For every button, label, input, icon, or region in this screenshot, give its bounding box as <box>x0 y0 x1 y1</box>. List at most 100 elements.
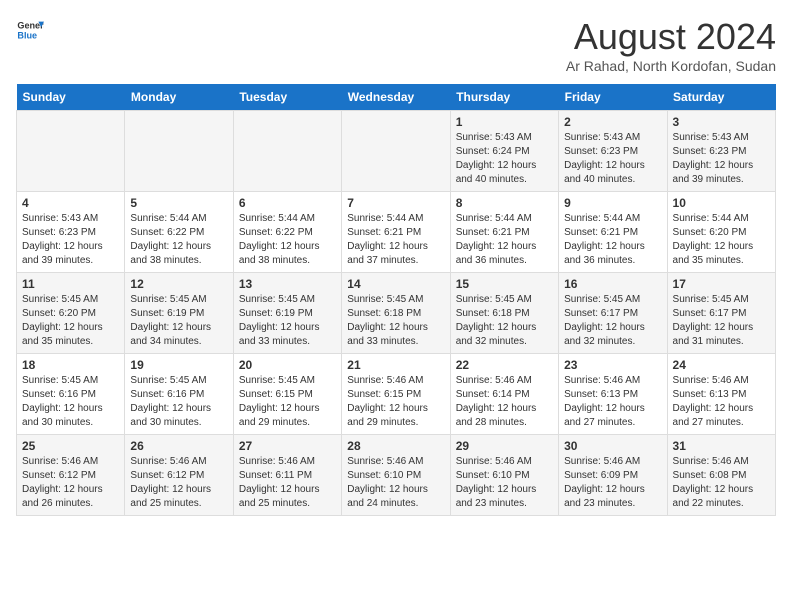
day-number: 27 <box>239 439 336 453</box>
calendar-day-cell: 26 Sunrise: 5:46 AMSunset: 6:12 PMDayligh… <box>125 435 233 516</box>
day-number: 31 <box>673 439 770 453</box>
calendar-day-cell: 27 Sunrise: 5:46 AMSunset: 6:11 PMDayligh… <box>233 435 341 516</box>
day-info: Sunrise: 5:45 AMSunset: 6:18 PMDaylight:… <box>456 293 553 349</box>
day-number: 8 <box>456 196 553 210</box>
day-of-week-header: Thursday <box>450 84 558 111</box>
day-number: 5 <box>130 196 227 210</box>
day-number: 21 <box>347 358 444 372</box>
day-info: Sunrise: 5:43 AMSunset: 6:23 PMDaylight:… <box>564 131 661 187</box>
day-of-week-header: Friday <box>559 84 667 111</box>
calendar-day-cell: 19 Sunrise: 5:45 AMSunset: 6:16 PMDayligh… <box>125 354 233 435</box>
calendar-day-cell: 1 Sunrise: 5:43 AMSunset: 6:24 PMDaylight… <box>450 111 558 192</box>
day-number: 4 <box>22 196 119 210</box>
day-of-week-header: Tuesday <box>233 84 341 111</box>
day-number: 11 <box>22 277 119 291</box>
day-number: 26 <box>130 439 227 453</box>
calendar-day-cell: 3Sunrise: 5:43 AMSunset: 6:23 PMDaylight… <box>667 111 775 192</box>
day-info: Sunrise: 5:45 AMSunset: 6:15 PMDaylight:… <box>239 374 336 430</box>
day-info: Sunrise: 5:46 AMSunset: 6:09 PMDaylight:… <box>564 455 661 511</box>
day-number: 3 <box>673 115 770 129</box>
page-header: General Blue August 2024 Ar Rahad, North… <box>16 16 776 74</box>
day-info: Sunrise: 5:45 AMSunset: 6:17 PMDaylight:… <box>673 293 770 349</box>
day-number: 14 <box>347 277 444 291</box>
calendar-table: SundayMondayTuesdayWednesdayThursdayFrid… <box>16 84 776 516</box>
calendar-day-cell <box>342 111 450 192</box>
calendar-day-cell: 4 Sunrise: 5:43 AMSunset: 6:23 PMDaylight… <box>17 192 125 273</box>
day-number: 29 <box>456 439 553 453</box>
day-info: Sunrise: 5:45 AMSunset: 6:18 PMDaylight:… <box>347 293 444 349</box>
day-info: Sunrise: 5:44 AMSunset: 6:22 PMDaylight:… <box>239 212 336 268</box>
day-info: Sunrise: 5:45 AMSunset: 6:16 PMDaylight:… <box>130 374 227 430</box>
calendar-day-cell: 17 Sunrise: 5:45 AMSunset: 6:17 PMDayligh… <box>667 273 775 354</box>
day-number: 6 <box>239 196 336 210</box>
calendar-day-cell: 18Sunrise: 5:45 AMSunset: 6:16 PMDayligh… <box>17 354 125 435</box>
calendar-day-cell: 8Sunrise: 5:44 AMSunset: 6:21 PMDaylight… <box>450 192 558 273</box>
title-area: August 2024 Ar Rahad, North Kordofan, Su… <box>566 16 776 74</box>
calendar-day-cell: 23Sunrise: 5:46 AMSunset: 6:13 PMDayligh… <box>559 354 667 435</box>
day-of-week-header: Wednesday <box>342 84 450 111</box>
day-number: 1 <box>456 115 553 129</box>
logo-icon: General Blue <box>16 16 44 44</box>
day-number: 2 <box>564 115 661 129</box>
day-info: Sunrise: 5:45 AMSunset: 6:19 PMDaylight:… <box>130 293 227 349</box>
day-number: 30 <box>564 439 661 453</box>
day-number: 19 <box>130 358 227 372</box>
day-number: 20 <box>239 358 336 372</box>
calendar-day-cell: 21 Sunrise: 5:46 AMSunset: 6:15 PMDayligh… <box>342 354 450 435</box>
calendar-day-cell: 31 Sunrise: 5:46 AMSunset: 6:08 PMDayligh… <box>667 435 775 516</box>
day-of-week-header: Monday <box>125 84 233 111</box>
day-number: 22 <box>456 358 553 372</box>
calendar-header-row: SundayMondayTuesdayWednesdayThursdayFrid… <box>17 84 776 111</box>
day-info: Sunrise: 5:46 AMSunset: 6:15 PMDaylight:… <box>347 374 444 430</box>
day-info: Sunrise: 5:44 AMSunset: 6:20 PMDaylight:… <box>673 212 770 268</box>
day-number: 17 <box>673 277 770 291</box>
day-info: Sunrise: 5:46 AMSunset: 6:14 PMDaylight:… <box>456 374 553 430</box>
day-number: 13 <box>239 277 336 291</box>
day-of-week-header: Saturday <box>667 84 775 111</box>
calendar-week-row: 11 Sunrise: 5:45 AMSunset: 6:20 PMDayligh… <box>17 273 776 354</box>
location-subtitle: Ar Rahad, North Kordofan, Sudan <box>566 58 776 74</box>
calendar-day-cell: 10Sunrise: 5:44 AMSunset: 6:20 PMDayligh… <box>667 192 775 273</box>
day-number: 15 <box>456 277 553 291</box>
day-number: 7 <box>347 196 444 210</box>
day-info: Sunrise: 5:46 AMSunset: 6:10 PMDaylight:… <box>456 455 553 511</box>
day-info: Sunrise: 5:44 AMSunset: 6:22 PMDaylight:… <box>130 212 227 268</box>
month-year-title: August 2024 <box>566 16 776 58</box>
calendar-day-cell: 25Sunrise: 5:46 AMSunset: 6:12 PMDayligh… <box>17 435 125 516</box>
calendar-day-cell: 13Sunrise: 5:45 AMSunset: 6:19 PMDayligh… <box>233 273 341 354</box>
day-number: 9 <box>564 196 661 210</box>
day-of-week-header: Sunday <box>17 84 125 111</box>
day-number: 18 <box>22 358 119 372</box>
logo: General Blue <box>16 16 44 44</box>
calendar-day-cell: 9 Sunrise: 5:44 AMSunset: 6:21 PMDaylight… <box>559 192 667 273</box>
calendar-day-cell: 12 Sunrise: 5:45 AMSunset: 6:19 PMDayligh… <box>125 273 233 354</box>
calendar-day-cell: 24 Sunrise: 5:46 AMSunset: 6:13 PMDayligh… <box>667 354 775 435</box>
day-info: Sunrise: 5:46 AMSunset: 6:13 PMDaylight:… <box>673 374 770 430</box>
day-info: Sunrise: 5:43 AMSunset: 6:24 PMDaylight:… <box>456 131 553 187</box>
day-info: Sunrise: 5:45 AMSunset: 6:20 PMDaylight:… <box>22 293 119 349</box>
day-info: Sunrise: 5:44 AMSunset: 6:21 PMDaylight:… <box>564 212 661 268</box>
day-info: Sunrise: 5:45 AMSunset: 6:17 PMDaylight:… <box>564 293 661 349</box>
calendar-day-cell: 7 Sunrise: 5:44 AMSunset: 6:21 PMDaylight… <box>342 192 450 273</box>
day-info: Sunrise: 5:46 AMSunset: 6:11 PMDaylight:… <box>239 455 336 511</box>
calendar-day-cell <box>17 111 125 192</box>
svg-text:Blue: Blue <box>17 30 37 40</box>
calendar-day-cell: 5 Sunrise: 5:44 AMSunset: 6:22 PMDaylight… <box>125 192 233 273</box>
calendar-day-cell: 15 Sunrise: 5:45 AMSunset: 6:18 PMDayligh… <box>450 273 558 354</box>
day-number: 24 <box>673 358 770 372</box>
day-info: Sunrise: 5:46 AMSunset: 6:10 PMDaylight:… <box>347 455 444 511</box>
day-number: 12 <box>130 277 227 291</box>
calendar-day-cell: 16 Sunrise: 5:45 AMSunset: 6:17 PMDayligh… <box>559 273 667 354</box>
calendar-day-cell: 11 Sunrise: 5:45 AMSunset: 6:20 PMDayligh… <box>17 273 125 354</box>
calendar-day-cell: 6 Sunrise: 5:44 AMSunset: 6:22 PMDaylight… <box>233 192 341 273</box>
calendar-day-cell <box>125 111 233 192</box>
calendar-week-row: 1 Sunrise: 5:43 AMSunset: 6:24 PMDaylight… <box>17 111 776 192</box>
calendar-week-row: 4 Sunrise: 5:43 AMSunset: 6:23 PMDaylight… <box>17 192 776 273</box>
day-info: Sunrise: 5:44 AMSunset: 6:21 PMDaylight:… <box>347 212 444 268</box>
day-info: Sunrise: 5:46 AMSunset: 6:08 PMDaylight:… <box>673 455 770 511</box>
day-number: 16 <box>564 277 661 291</box>
calendar-week-row: 25Sunrise: 5:46 AMSunset: 6:12 PMDayligh… <box>17 435 776 516</box>
calendar-day-cell: 30 Sunrise: 5:46 AMSunset: 6:09 PMDayligh… <box>559 435 667 516</box>
day-info: Sunrise: 5:46 AMSunset: 6:12 PMDaylight:… <box>130 455 227 511</box>
day-info: Sunrise: 5:43 AMSunset: 6:23 PMDaylight:… <box>22 212 119 268</box>
